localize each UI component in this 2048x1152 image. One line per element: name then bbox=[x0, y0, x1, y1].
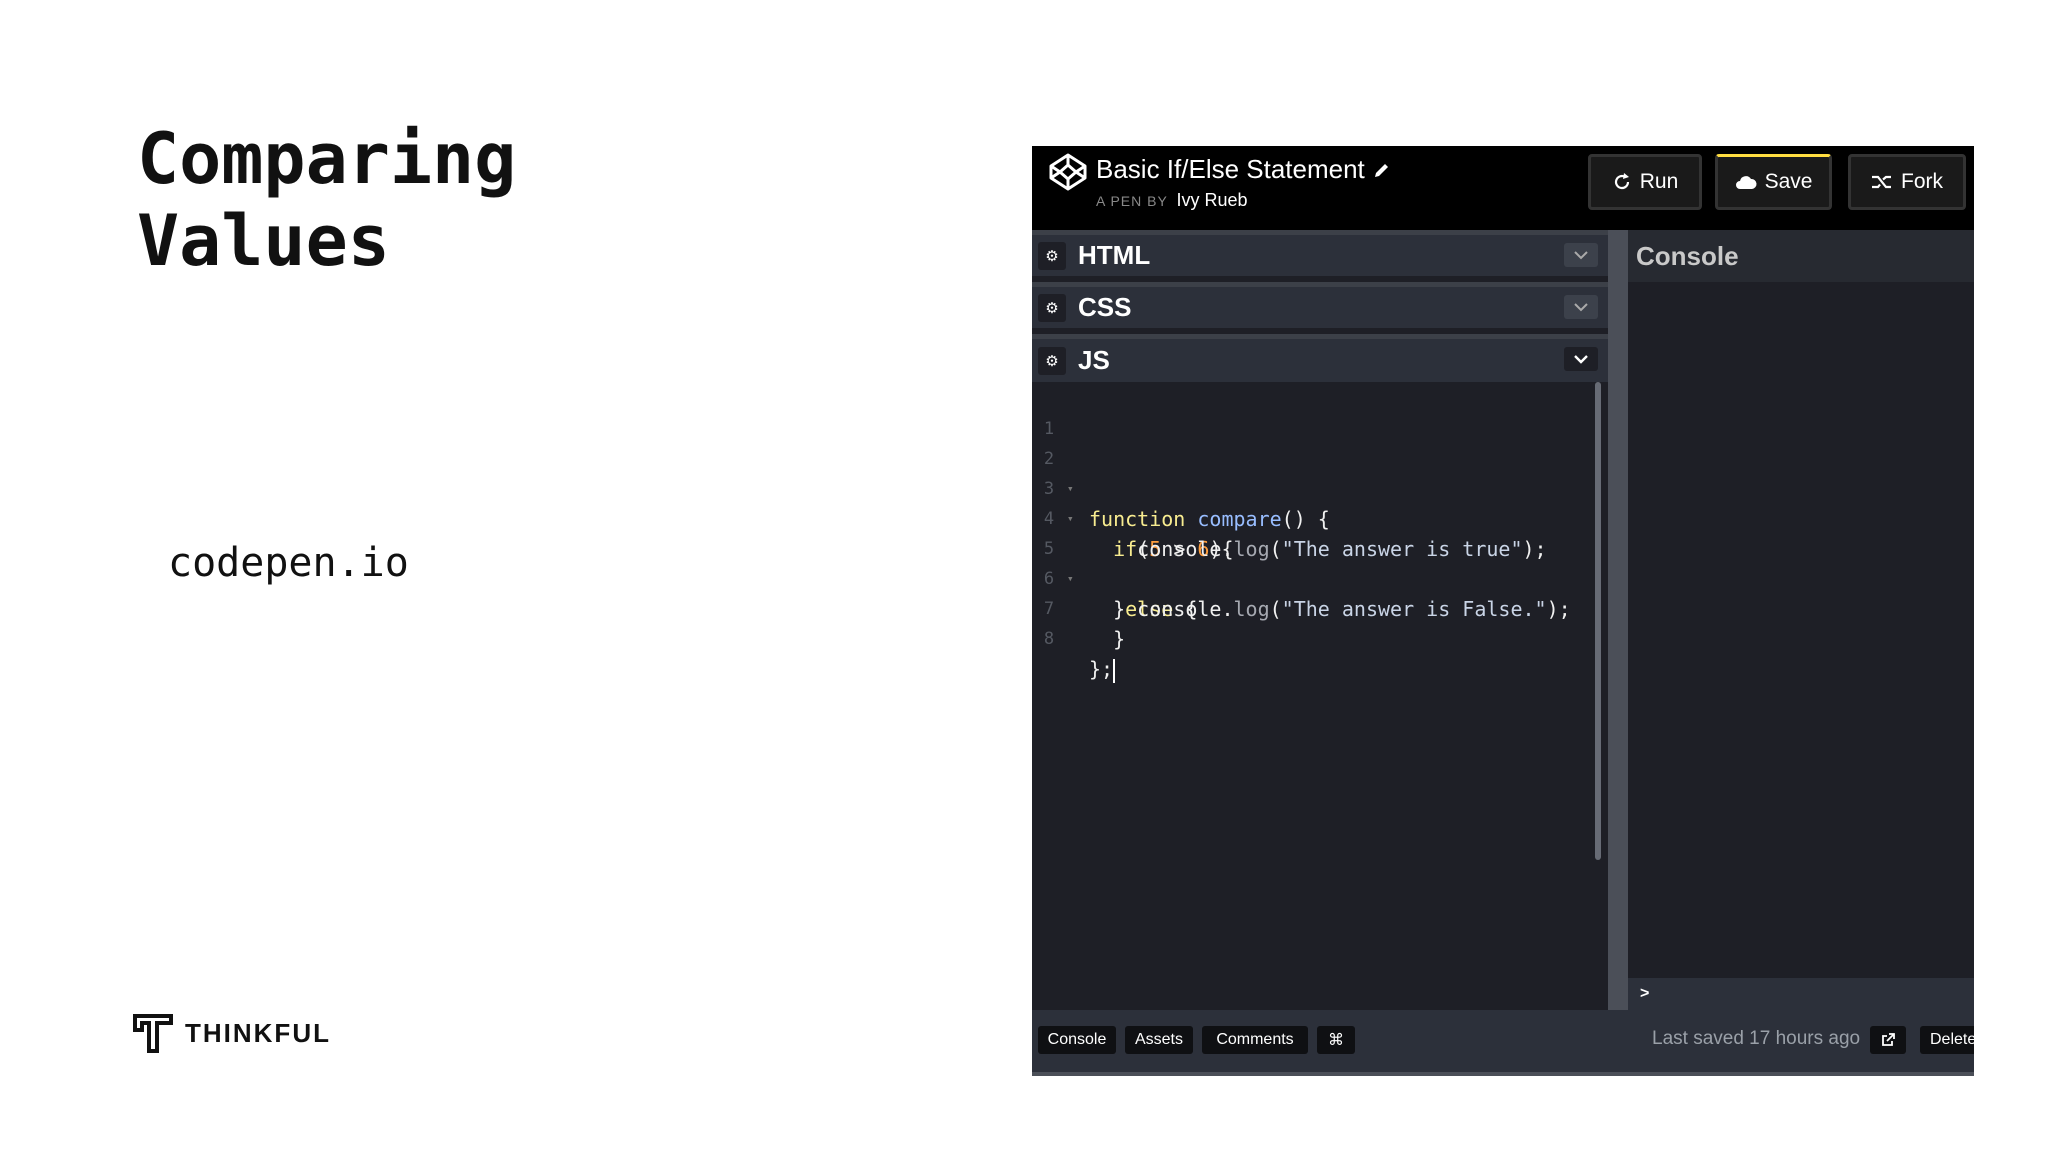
fork-button[interactable]: Fork bbox=[1848, 154, 1966, 210]
html-settings-gear-icon[interactable]: ⚙ bbox=[1038, 241, 1066, 270]
codepen-logo-icon bbox=[1049, 153, 1087, 191]
save-button[interactable]: Save bbox=[1715, 154, 1832, 210]
console-input[interactable]: > bbox=[1628, 978, 1974, 1010]
pen-author[interactable]: Ivy Rueb bbox=[1176, 190, 1247, 210]
js-chevron-down-icon[interactable] bbox=[1564, 347, 1598, 371]
slide-title-line2: Values bbox=[137, 200, 390, 282]
thinkful-logo: THINKFUL bbox=[133, 1013, 331, 1053]
console-panel: Console > bbox=[1628, 230, 1974, 1010]
editor-column: ⚙ HTML ⚙ CSS ⚙ JS 1 2 ▾ function compare… bbox=[1032, 230, 1608, 1010]
code-line: 6 console.log("The answer is False."); bbox=[1032, 534, 1571, 621]
pencil-icon[interactable] bbox=[1373, 161, 1391, 179]
pen-by-label: A PEN BY bbox=[1096, 193, 1168, 209]
keyboard-shortcuts-icon[interactable]: ⌘ bbox=[1317, 1026, 1355, 1054]
footer-assets-button[interactable]: Assets bbox=[1125, 1026, 1193, 1054]
pen-footer: Console Assets Comments ⌘ Last saved 17 … bbox=[1032, 1010, 1974, 1072]
brand-name: THINKFUL bbox=[185, 1017, 331, 1048]
codepen-window: Basic If/Else Statement A PEN BY Ivy Rue… bbox=[1032, 146, 1974, 1076]
code-line: 4 console.log("The answer is true"); bbox=[1032, 474, 1547, 561]
code-line: 7 } bbox=[1032, 564, 1128, 651]
console-title: Console bbox=[1628, 230, 1974, 282]
code-text: console.log("The answer is true"); bbox=[1089, 537, 1547, 561]
run-button[interactable]: Run bbox=[1588, 154, 1702, 210]
text-cursor bbox=[1113, 658, 1116, 683]
js-editor-label: JS bbox=[1078, 345, 1110, 375]
html-chevron-down-icon[interactable] bbox=[1564, 243, 1598, 267]
pane-resizer[interactable] bbox=[1608, 230, 1628, 1010]
code-line: 2 ▾ function compare() { bbox=[1032, 414, 1330, 531]
js-code-editor[interactable]: 1 2 ▾ function compare() { 3 ▾ if(5 > 6)… bbox=[1032, 382, 1608, 1010]
css-chevron-down-icon[interactable] bbox=[1564, 295, 1598, 319]
editor-scrollbar[interactable] bbox=[1595, 382, 1601, 860]
save-label: Save bbox=[1764, 170, 1813, 193]
pen-header: Basic If/Else Statement A PEN BY Ivy Rue… bbox=[1032, 146, 1974, 230]
delete-button[interactable]: Delete bbox=[1920, 1026, 1974, 1054]
pen-title[interactable]: Basic If/Else Statement bbox=[1096, 154, 1391, 185]
css-editor-header[interactable]: ⚙ CSS bbox=[1032, 282, 1608, 328]
codepen-link-text: codepen.io bbox=[168, 540, 409, 586]
console-prompt: > bbox=[1640, 985, 1650, 1002]
html-editor-label: HTML bbox=[1078, 240, 1151, 270]
code-line: 1 bbox=[1032, 384, 1128, 439]
footer-console-button[interactable]: Console bbox=[1038, 1026, 1116, 1054]
css-settings-gear-icon[interactable]: ⚙ bbox=[1038, 293, 1066, 322]
footer-border bbox=[1032, 1072, 1974, 1076]
cloud-icon bbox=[1735, 176, 1757, 189]
code-line: 8 }; bbox=[1032, 594, 1128, 683]
pen-title-text: Basic If/Else Statement bbox=[1096, 154, 1365, 184]
last-saved-status: Last saved 17 hours ago bbox=[1652, 1028, 1861, 1049]
fork-label: Fork bbox=[1901, 170, 1943, 193]
line-number: 8 bbox=[1043, 629, 1055, 649]
code-line: 5 ▾ }else { bbox=[1032, 504, 1198, 621]
open-external-icon[interactable] bbox=[1870, 1026, 1906, 1054]
css-editor-label: CSS bbox=[1078, 292, 1132, 322]
html-editor-header[interactable]: ⚙ HTML bbox=[1032, 230, 1608, 276]
code-text: console.log("The answer is False."); bbox=[1089, 597, 1571, 621]
footer-comments-button[interactable]: Comments bbox=[1202, 1026, 1308, 1054]
thinkful-mark-icon bbox=[133, 1014, 173, 1053]
js-settings-gear-icon[interactable]: ⚙ bbox=[1038, 346, 1066, 375]
refresh-icon bbox=[1614, 173, 1629, 190]
slide-title-line1: Comparing bbox=[137, 118, 517, 200]
fork-icon bbox=[1872, 175, 1891, 189]
slide-title: Comparing Values bbox=[137, 118, 516, 282]
js-editor-header[interactable]: ⚙ JS bbox=[1032, 334, 1608, 382]
pen-byline: A PEN BY Ivy Rueb bbox=[1096, 190, 1248, 211]
code-line: 3 ▾ if(5 > 6){ bbox=[1032, 444, 1234, 561]
run-label: Run bbox=[1639, 170, 1679, 193]
code-text: }; bbox=[1089, 657, 1116, 683]
